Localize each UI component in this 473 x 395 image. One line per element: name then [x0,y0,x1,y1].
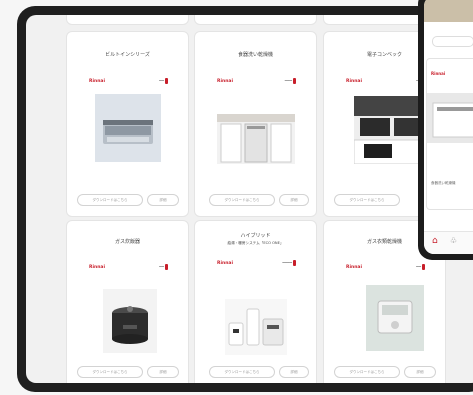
download-button[interactable]: ダウンロードはこちら [77,366,143,378]
product-title: ハイブリッド [240,233,271,239]
catalog-screen: ビルトインシリーズ Rinnai ━━ ダウンロードはこちら 詳細 食器洗い乾燥… [26,15,473,383]
product-image [95,94,161,162]
product-image [217,114,295,164]
phone-tab-bar: ⌂ ♧ [424,231,473,254]
product-title: ガス炊飯器 [114,239,140,245]
brand-logo: Rinnai [346,79,362,84]
phone-screen: Rinnai 食器洗い乾燥機 ⌂ ♧ [424,0,473,254]
detail-button[interactable]: 詳細 [279,366,309,378]
product-card-partial [194,15,317,25]
product-image [366,285,424,351]
phone-item-label: 食器洗い乾燥機 [431,181,456,185]
product-card[interactable]: 食器洗い乾燥機 Rinnai ━━━ ダウンロードはこちら 詳細 [194,31,317,217]
phone-download-pill[interactable] [432,36,473,47]
product-title: 食器洗い乾燥機 [237,52,273,58]
product-card[interactable]: ガス炊飯器 Rinnai ━━ ダウンロードはこちら 詳細 [66,220,189,383]
brand-logo: Rinnai [89,79,105,84]
detail-button[interactable]: 詳細 [404,366,436,378]
phone-product-image-top [424,0,473,22]
brand-logo: Rinnai [217,261,233,266]
detail-button[interactable]: 詳細 [279,194,309,206]
product-card-partial [66,15,189,25]
brand-logo: Rinnai [217,79,233,84]
home-icon[interactable]: ⌂ [432,236,438,246]
phone-card[interactable]: Rinnai 食器洗い乾燥機 [426,58,473,210]
phone-dishwasher-illustration [427,93,473,143]
product-subtitle: 給湯・暖房システム「ECO ONE」 [227,241,284,245]
hybrid-system-illustration [225,299,287,355]
dishwasher-kitchen-illustration [217,114,295,164]
rice-cooker-illustration [103,289,157,353]
sub-logo: ━━━━ [282,260,296,266]
download-button[interactable]: ダウンロードはこちら [77,194,143,206]
product-card[interactable]: ビルトインシリーズ Rinnai ━━ ダウンロードはこちら 詳細 [66,31,189,217]
phone-frame: Rinnai 食器洗い乾燥機 ⌂ ♧ [418,0,473,260]
download-button[interactable]: ダウンロードはこちら [209,194,275,206]
product-image [103,289,157,353]
brand-logo: Rinnai [346,265,362,270]
tablet-frame: ビルトインシリーズ Rinnai ━━ ダウンロードはこちら 詳細 食器洗い乾燥… [17,6,473,392]
download-button[interactable]: ダウンロードはこちら [334,194,400,206]
download-button[interactable]: ダウンロードはこちら [209,366,275,378]
product-card[interactable]: ハイブリッド 給湯・暖房システム「ECO ONE」 Rinnai ━━━━ ダウ… [194,220,317,383]
gas-dryer-illustration [366,285,424,351]
product-image [225,299,287,355]
brand-logo: Rinnai [89,265,105,270]
phone-product-image [427,93,473,143]
detail-button[interactable]: 詳細 [147,366,179,378]
detail-button[interactable]: 詳細 [147,194,179,206]
sub-logo: ━━ [159,78,168,84]
download-button[interactable]: ダウンロードはこちら [334,366,400,378]
tab-icon-secondary[interactable]: ♧ [450,236,457,245]
sub-logo: ━━━ [285,78,296,84]
sub-logo: ━━ [159,264,168,270]
sub-logo: ━━ [416,264,425,270]
builtin-hob-illustration [95,94,161,162]
phone-brand-logo: Rinnai [431,71,446,76]
product-title: ビルトインシリーズ [105,52,150,58]
